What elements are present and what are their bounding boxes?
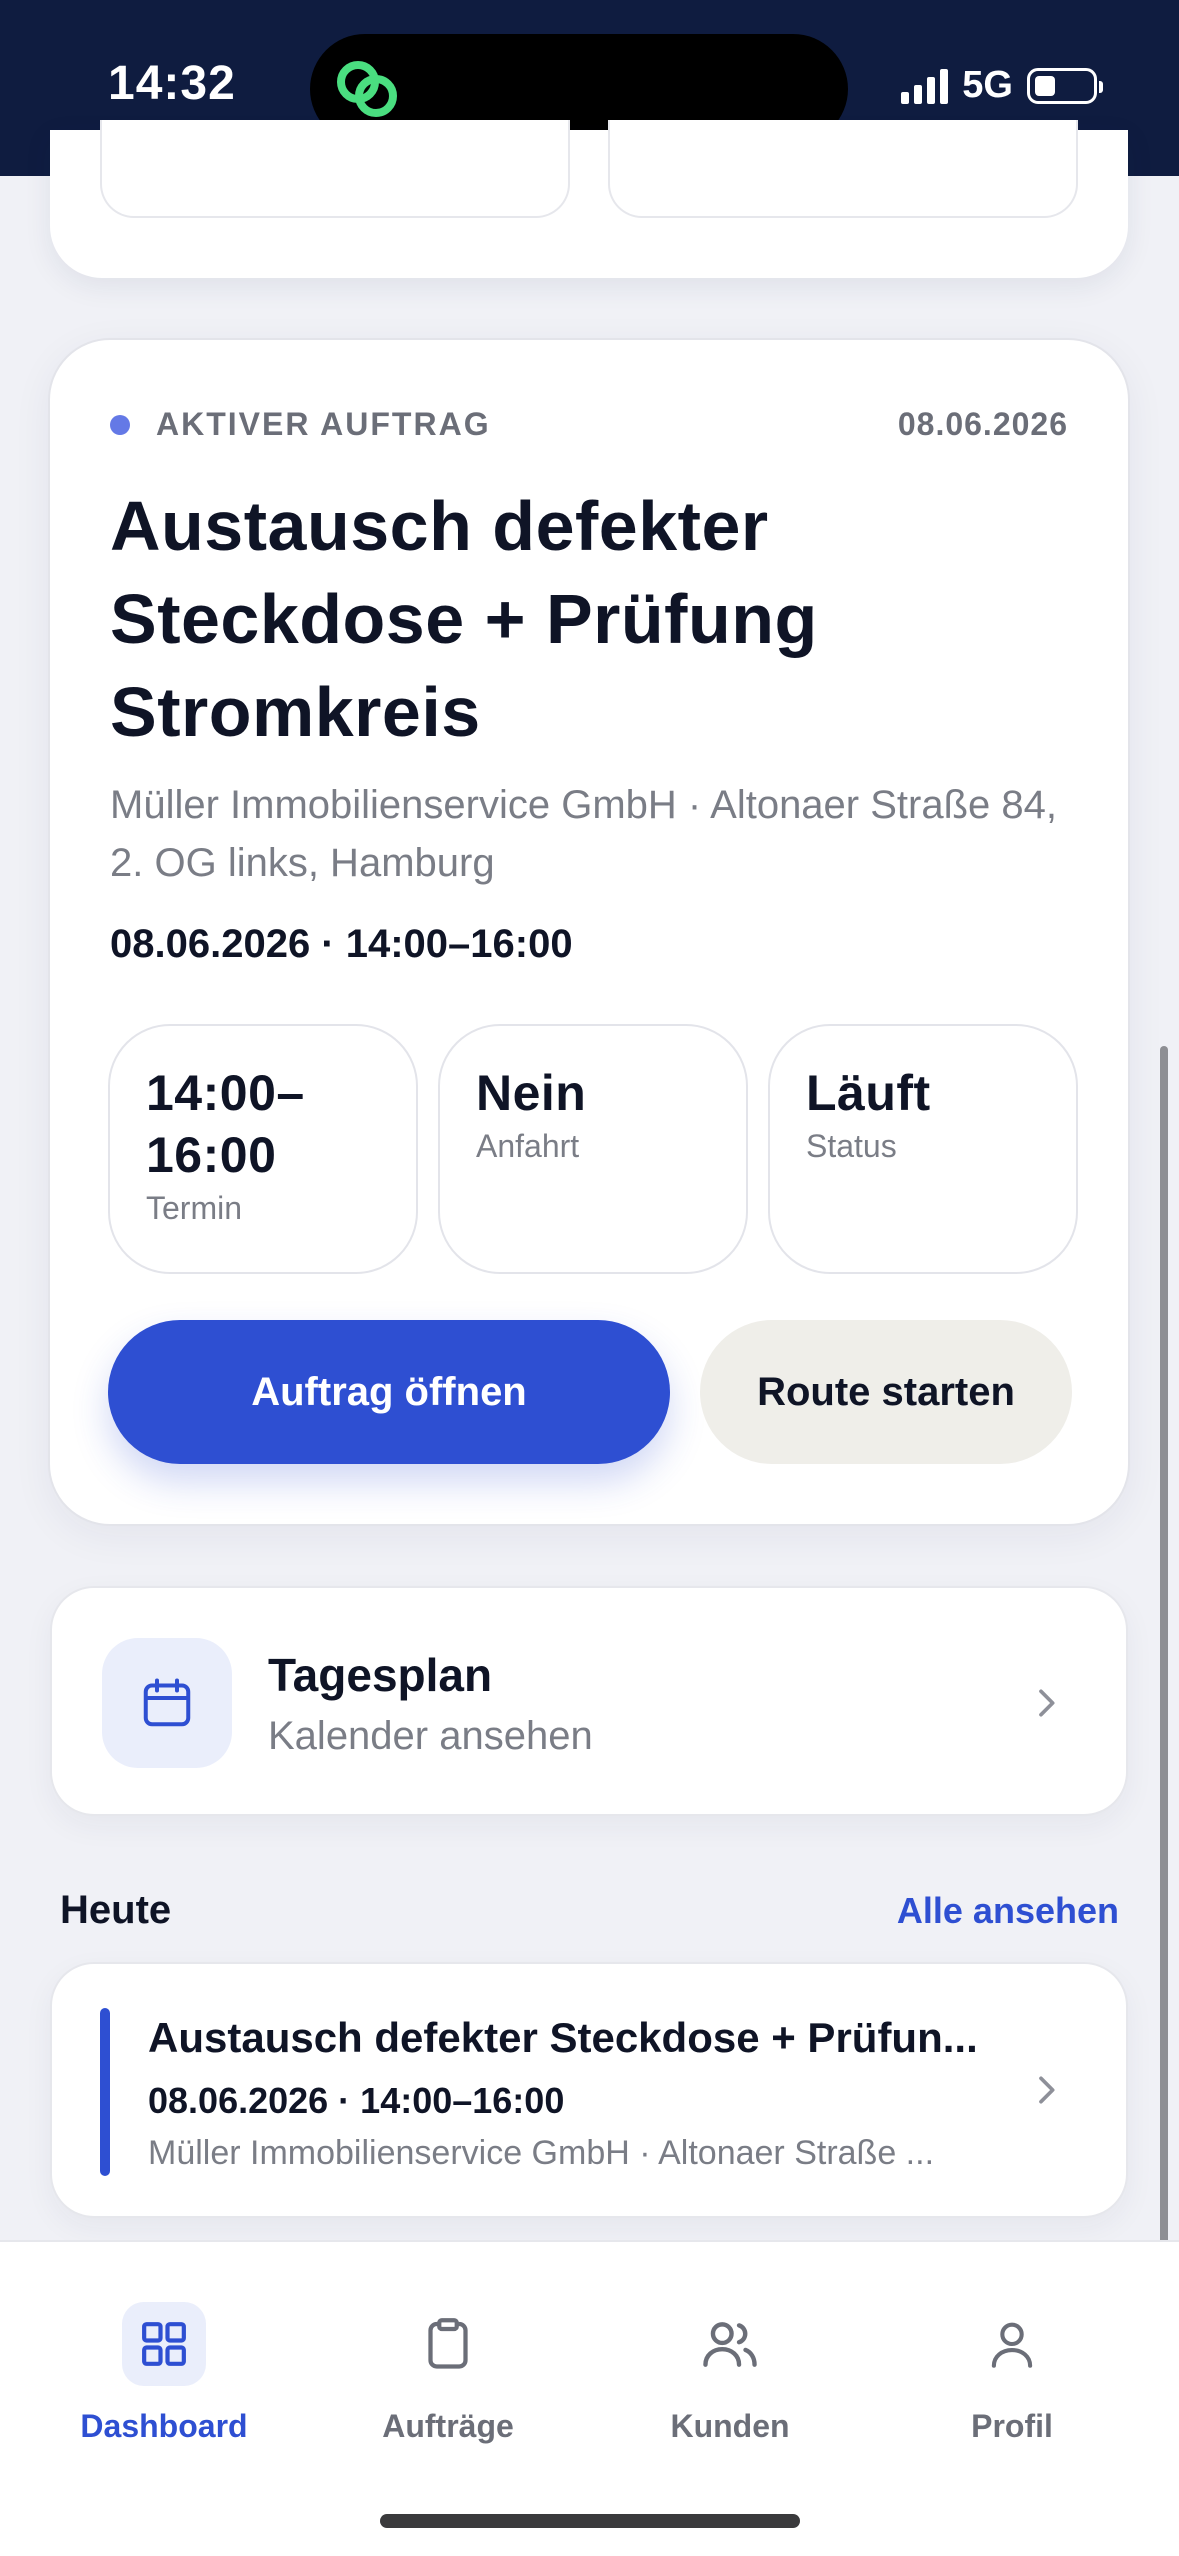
job-date: 08.06.2026 [897, 406, 1068, 442]
tab-profil[interactable]: Profil [892, 2302, 1132, 2445]
signal-icon [901, 68, 949, 104]
see-all-link[interactable]: Alle ansehen [897, 1890, 1119, 1932]
battery-icon [1027, 67, 1103, 104]
stat-status: Läuft Status [768, 1024, 1078, 1274]
stat-value: Läuft [806, 1065, 931, 1121]
today-job-title: Austausch defekter Steckdose + Prüfun... [148, 2014, 978, 2061]
job-kicker: AKTIVER AUFTRAG [110, 406, 491, 443]
tab-label: Kunden [670, 2408, 790, 2444]
job-actions: Auftrag öffnen Route starten [108, 1320, 1072, 1464]
previous-tile [100, 120, 570, 218]
start-route-button[interactable]: Route starten [700, 1320, 1072, 1464]
calendar-icon-box [102, 1638, 232, 1768]
job-header: AKTIVER AUFTRAG 08.06.2026 [110, 406, 1068, 443]
section-title-today: Heute [60, 1888, 172, 1932]
previous-card [50, 120, 1128, 278]
stat-value: Nein [476, 1065, 587, 1121]
day-plan-subtitle: Kalender ansehen [268, 1714, 593, 1758]
tab-kunden[interactable]: Kunden [610, 2302, 850, 2445]
grid-icon [122, 2302, 206, 2386]
stat-anfahrt: Nein Anfahrt [438, 1024, 748, 1274]
open-job-button[interactable]: Auftrag öffnen [108, 1320, 670, 1464]
network-label: 5G [962, 64, 1013, 106]
today-job-schedule: 08.06.2026 · 14:00–16:00 [148, 2080, 565, 2121]
status-icons: 5G [901, 64, 1103, 107]
tab-label: Profil [971, 2408, 1053, 2444]
tab-auftraege[interactable]: Aufträge [328, 2302, 568, 2445]
stat-value: 14:00–16:00 [146, 1065, 305, 1183]
day-plan-card[interactable]: Tagesplan Kalender ansehen [50, 1586, 1128, 1816]
calendar-icon [143, 1678, 191, 1727]
tab-label: Aufträge [382, 2408, 514, 2444]
job-stats: 14:00–16:00 Termin Nein Anfahrt Läuft St… [108, 1024, 1078, 1274]
stat-termin: 14:00–16:00 Termin [108, 1024, 418, 1274]
tab-dashboard[interactable]: Dashboard [44, 2302, 284, 2445]
accent-bar [100, 2008, 110, 2176]
tab-bar: Dashboard Aufträge Kunden Profil [0, 2240, 1179, 2556]
job-customer-address: Müller Immobilienservice GmbH · Altonaer… [110, 783, 1057, 885]
stat-label: Anfahrt [476, 1128, 580, 1164]
job-schedule: 08.06.2026 · 14:00–16:00 [110, 922, 573, 966]
chevron-right-icon [1039, 1689, 1055, 1717]
tab-label: Dashboard [80, 2408, 248, 2444]
previous-tile [608, 120, 1078, 218]
status-time: 14:32 [108, 57, 236, 110]
today-job-subtitle: Müller Immobilienservice GmbH · Altonaer… [148, 2134, 935, 2172]
users-icon [688, 2302, 772, 2386]
home-indicator[interactable] [380, 2514, 800, 2528]
status-dot [110, 414, 130, 435]
today-job-item[interactable]: Austausch defekter Steckdose + Prüfun...… [50, 1962, 1128, 2218]
user-icon [970, 2302, 1054, 2386]
stat-label: Status [806, 1128, 897, 1164]
job-kicker-label: AKTIVER AUFTRAG [156, 406, 491, 442]
active-job-card: AKTIVER AUFTRAG 08.06.2026 Austausch def… [48, 338, 1130, 1526]
day-plan-title: Tagesplan [268, 1649, 493, 1701]
job-title: Austausch defekter Steckdose + Prüfung S… [110, 487, 818, 751]
stat-label: Termin [146, 1190, 243, 1226]
clipboard-icon [406, 2302, 490, 2386]
link-icon [337, 61, 397, 117]
chevron-right-icon [1039, 2076, 1055, 2104]
